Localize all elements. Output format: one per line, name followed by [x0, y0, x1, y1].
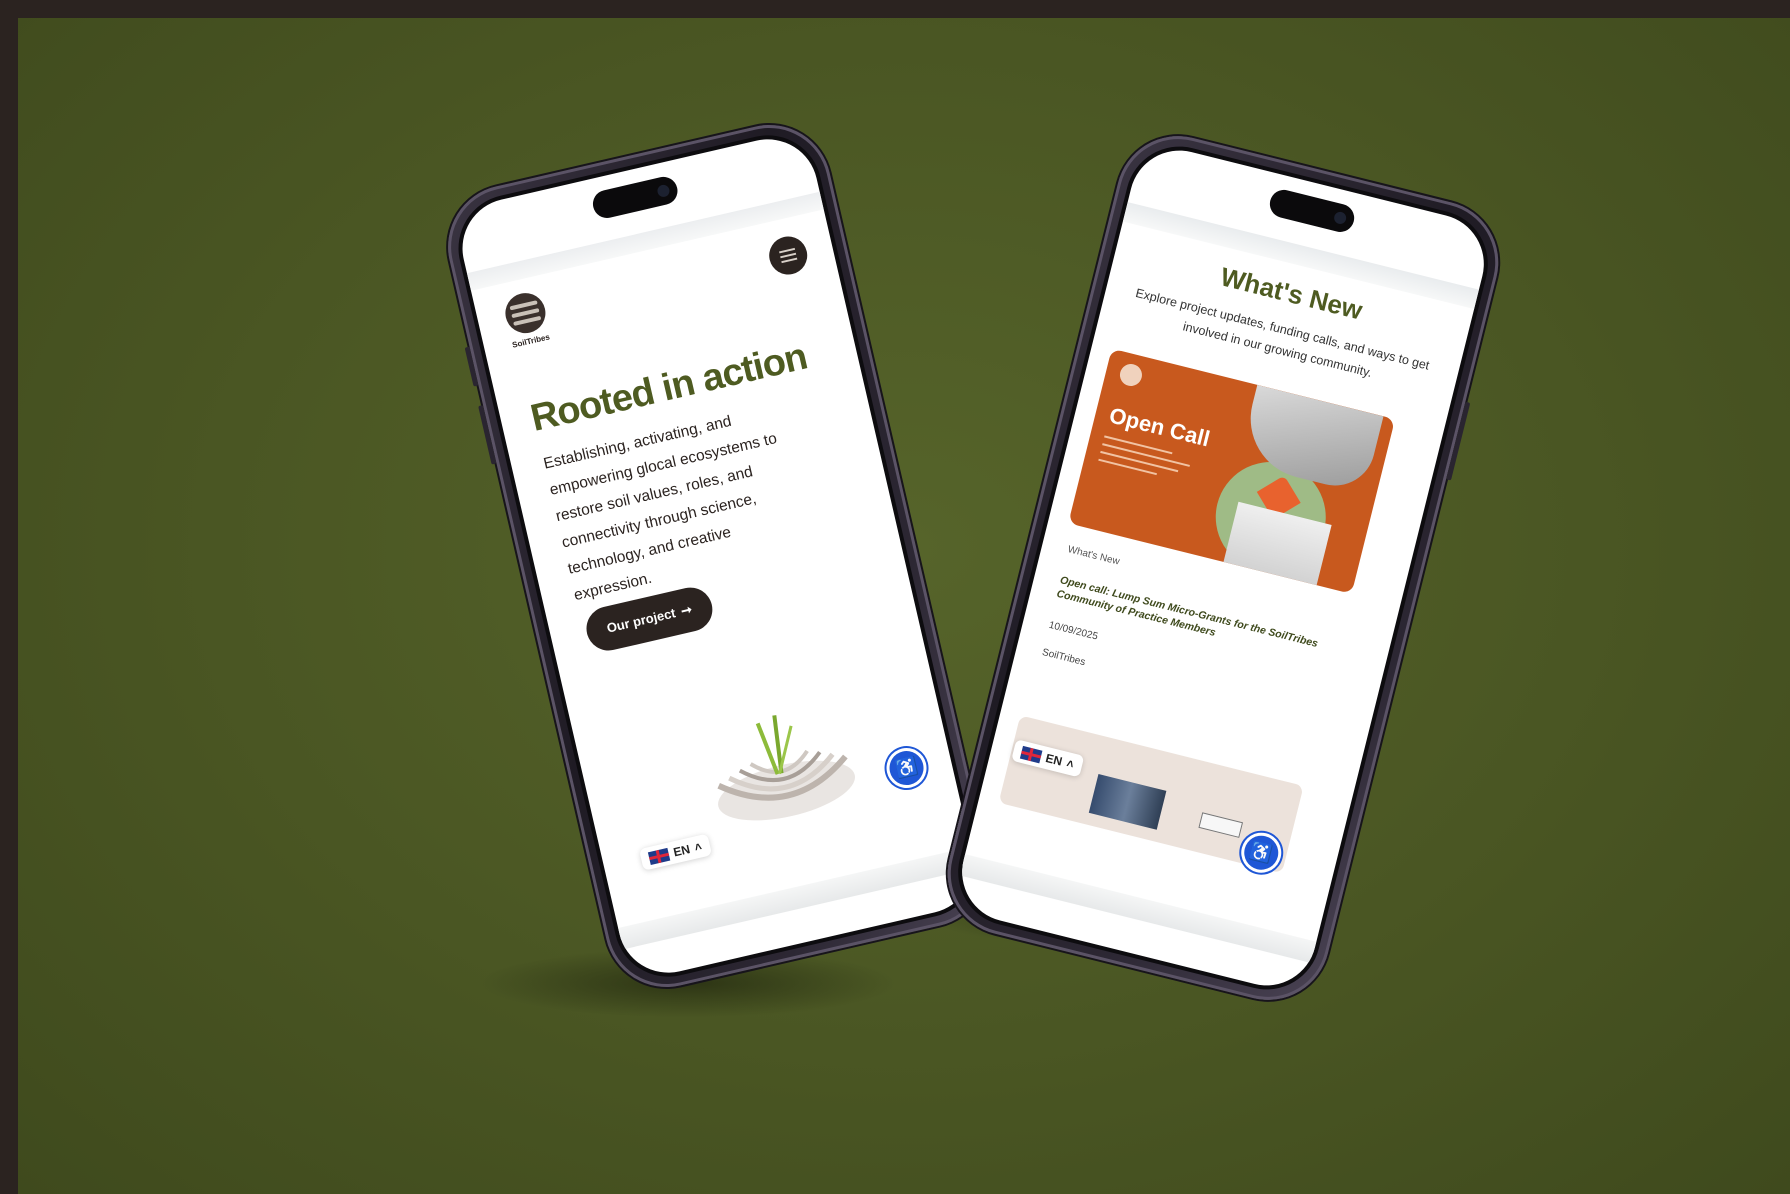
phone-screen: What's New Explore project updates, fund… — [951, 139, 1495, 997]
funding-logo — [1198, 812, 1244, 838]
post-author: SoilTribes — [1040, 646, 1087, 669]
phone-screen: SoilTribes Rooted in action Establishing… — [452, 129, 984, 983]
meeting-photo — [1088, 773, 1167, 830]
accessibility-icon: ♿ — [893, 755, 920, 781]
chevron-up-icon: ˄ — [693, 839, 704, 855]
phone-news-mockup: What's New Explore project updates, fund… — [934, 123, 1512, 1013]
soiltribes-logo-icon — [1117, 361, 1145, 389]
phone-side-button — [478, 404, 497, 465]
image-title: Open Call — [1106, 402, 1213, 452]
browser-bottom-bar — [959, 854, 1317, 964]
phone-side-button — [1446, 401, 1471, 481]
dynamic-island — [1266, 186, 1358, 235]
accessibility-button[interactable]: ♿ — [886, 747, 927, 789]
mockup-background: SoilTribes Rooted in action Establishing… — [18, 18, 1790, 1194]
post-date: 10/09/2025 — [1047, 619, 1099, 643]
chevron-up-icon: ˄ — [1065, 756, 1076, 772]
accessibility-icon: ♿ — [1247, 840, 1275, 866]
phone-side-button — [464, 346, 479, 387]
uk-flag-icon — [647, 847, 671, 865]
dynamic-island — [590, 174, 681, 221]
site-logo[interactable]: SoilTribes — [501, 287, 560, 350]
post-category[interactable]: What's New — [1067, 544, 1121, 568]
language-code: EN — [672, 842, 692, 860]
soiltribes-logo-icon — [501, 289, 550, 338]
phone-home-mockup: SoilTribes Rooted in action Establishing… — [435, 112, 1001, 1000]
arrow-right-icon: ➞ — [679, 601, 694, 619]
logo-text: SoilTribes — [511, 332, 551, 350]
cta-label: Our project — [605, 605, 677, 636]
uk-flag-icon — [1019, 745, 1043, 763]
post-title-link[interactable]: Open call: Lump Sum Micro-Grants for the… — [1055, 573, 1333, 668]
soil-layers-illustration — [717, 715, 855, 821]
language-selector[interactable]: EN ˄ — [638, 833, 712, 871]
language-code: EN — [1044, 750, 1064, 769]
menu-button[interactable] — [765, 232, 811, 279]
